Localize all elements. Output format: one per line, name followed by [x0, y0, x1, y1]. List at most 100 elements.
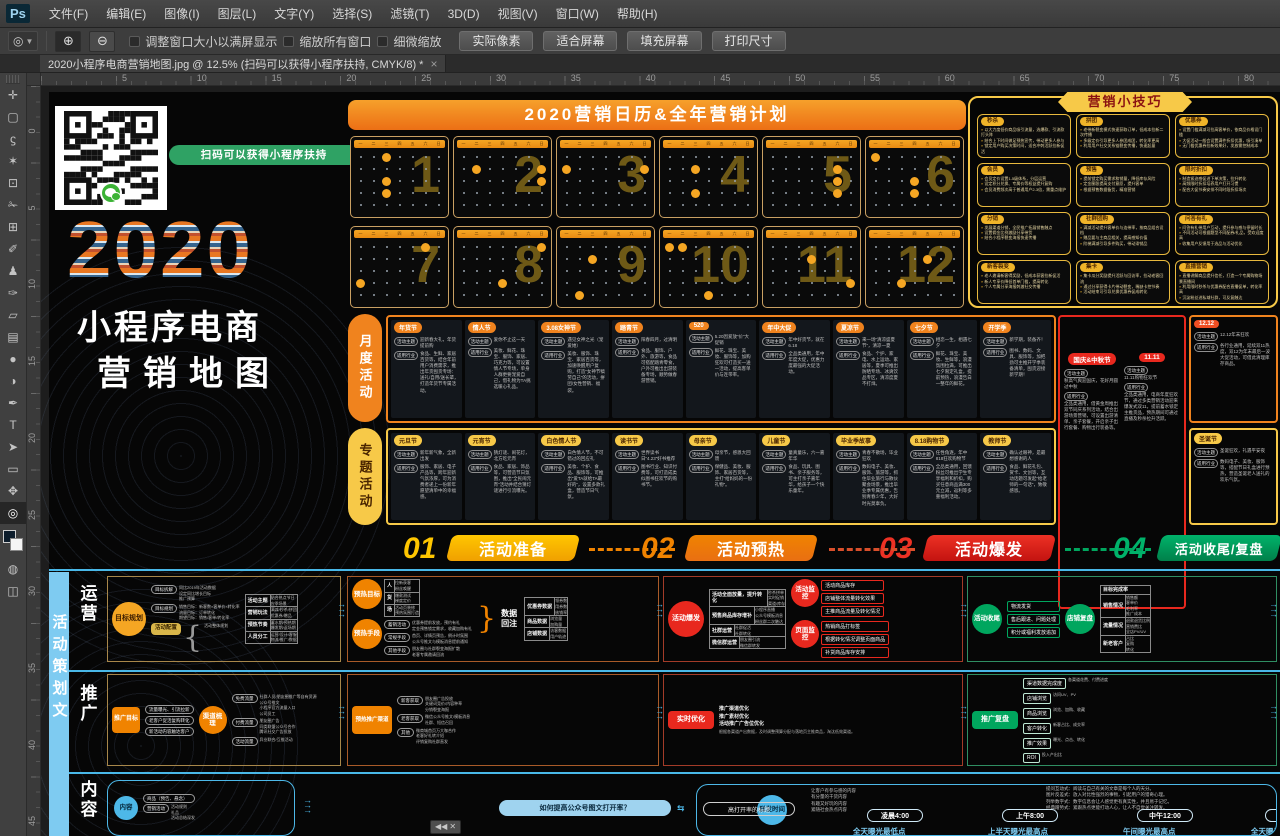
document-tab[interactable]: 2020小程序电商营销地图.jpg @ 12.5% (扫码可以获得小程序扶持, …	[40, 55, 446, 72]
calendar-day-dot	[901, 270, 903, 272]
calendar-day-dot	[463, 192, 465, 194]
theme-row: 活动主题	[1124, 366, 1180, 375]
marquee-tool[interactable]: ▢	[0, 106, 26, 128]
screen-mode-tool[interactable]: ◫	[0, 580, 26, 602]
menu-item[interactable]: 帮助(H)	[608, 3, 667, 25]
tip-bullet: 结合小程序裂变海报快速传播	[981, 235, 1067, 240]
brush-tool[interactable]: ✐	[0, 238, 26, 260]
flow-column: 秒杀拼单实时促销渠道/库存	[768, 590, 785, 607]
quick-mask-tool[interactable]: ◍	[0, 558, 26, 580]
calendar-day-dot	[923, 255, 932, 264]
path-selection-tool[interactable]: ➤	[0, 436, 26, 458]
industry-tag: 适用行业	[394, 351, 418, 360]
zoom-tool[interactable]: ◎	[0, 502, 26, 524]
close-icon[interactable]: ✕	[449, 821, 456, 833]
quick-selection-tool[interactable]: ✶	[0, 150, 26, 172]
calendar-day-dot	[360, 294, 362, 296]
vertical-ruler[interactable]: 051015202530354045	[27, 86, 41, 836]
calendar-day-dot	[631, 246, 633, 248]
theme-tag: 活动主题	[541, 337, 565, 346]
option-checkbox[interactable]: 调整窗口大小以满屏显示	[129, 33, 277, 50]
calendar-day-dot	[695, 180, 697, 182]
menu-item[interactable]: 文件(F)	[40, 3, 97, 25]
calendar-day-dot	[785, 282, 787, 284]
calendar-day-dot	[850, 204, 852, 206]
theme-tag: 活动主题	[394, 337, 418, 346]
calendar-day-dot	[747, 156, 749, 158]
calendar-day-dot	[541, 258, 543, 260]
calendar-day-dot	[940, 204, 942, 206]
document-canvas[interactable]: 扫码可以获得小程序扶持 2020 小程序电商 营销地图 2020营销日历&全年营…	[41, 86, 1280, 836]
weekday-label: 四	[810, 140, 814, 148]
calendar-day-dot	[691, 165, 700, 174]
option-button[interactable]: 打印尺寸	[712, 31, 786, 51]
horizontal-ruler[interactable]: 5101520253035404550556065707580	[41, 73, 1280, 86]
close-icon[interactable]: ×	[430, 57, 437, 71]
option-button[interactable]: 填充屏幕	[627, 31, 701, 51]
collapse-icon[interactable]: ◀◀	[435, 821, 447, 833]
industry-row: 适用行业美妆、鲜花、珠宝、服饰、家居、巧克力等，可设置情人节专场，单身人群更要宠…	[468, 348, 533, 390]
history-brush-tool[interactable]: ✑	[0, 282, 26, 304]
clone-stamp-tool[interactable]: ♟	[0, 260, 26, 282]
menu-item[interactable]: 视图(V)	[489, 3, 547, 25]
calendar-day-dot	[927, 192, 929, 194]
tip-card: 问答有礼问答有礼带用户互动，提升参与感与停留时长不同活动可根据题型不同配券/礼品…	[1175, 212, 1269, 256]
option-button[interactable]: 适合屏幕	[543, 31, 617, 51]
zoom-out-toggle[interactable]: ⊖	[89, 31, 115, 52]
theme-text: 来一场“清凉盛夏节”，清凉一夏	[862, 337, 901, 349]
eraser-tool[interactable]: ▱	[0, 304, 26, 326]
shape-tool[interactable]: ▭	[0, 458, 26, 480]
crop-tool[interactable]: ⊡	[0, 172, 26, 194]
menu-item[interactable]: 滤镜(T)	[381, 3, 438, 25]
calendar-day-dot	[476, 156, 478, 158]
table-row: 目标完成率	[1101, 586, 1150, 594]
weekday-label: 三	[385, 230, 389, 238]
option-button[interactable]: 实际像素	[459, 31, 533, 51]
move-tool[interactable]: ✛	[0, 84, 26, 106]
calendar-day-dot	[412, 294, 414, 296]
option-checkbox[interactable]: 细微缩放	[377, 33, 441, 50]
weekday-label: 一	[462, 140, 466, 148]
type-tool[interactable]: T	[0, 414, 26, 436]
zoom-tool-preset[interactable]: ◎ ▼	[8, 31, 38, 51]
table-row: 人拉新获客粉丝唤醒	[385, 580, 419, 591]
eyedropper-tool[interactable]: ✁	[0, 194, 26, 216]
theme-row: 活动主题青春不散场，毕业狂欢	[836, 450, 901, 462]
zoom-in-toggle[interactable]: ⊕	[55, 31, 81, 52]
menu-item[interactable]: 图层(L)	[209, 3, 266, 25]
option-checkbox[interactable]: 缩放所有窗口	[283, 33, 371, 50]
calendar-day-dot	[953, 258, 955, 260]
calendar-day-dot	[502, 270, 504, 272]
ruler-tick-label: 20	[27, 431, 37, 445]
menu-item[interactable]: 窗口(W)	[547, 3, 608, 25]
menu-item[interactable]: 选择(S)	[323, 3, 381, 25]
calendar-day-dot	[592, 204, 594, 206]
calendar-day-dot	[644, 258, 646, 260]
ruler-tick-label: 55	[870, 73, 880, 83]
calendar-day-dot	[850, 168, 852, 170]
gradient-tool[interactable]: ▤	[0, 326, 26, 348]
ps-logo[interactable]: Ps	[6, 4, 30, 23]
brace-icon: {	[183, 623, 202, 653]
theme-row: 活动主题爱你不止这一天	[468, 337, 533, 346]
blur-tool[interactable]: ●	[0, 348, 26, 370]
dodge-tool[interactable]: ◑	[0, 370, 26, 392]
background-color-swatch[interactable]	[10, 538, 23, 551]
lasso-tool[interactable]: ϛ	[0, 128, 26, 150]
calendar-day-dot	[940, 180, 942, 182]
calendar-day-dot	[566, 204, 568, 206]
pen-tool[interactable]: ✒	[0, 392, 26, 414]
healing-brush-tool[interactable]: ⊞	[0, 216, 26, 238]
menu-item[interactable]: 编辑(E)	[97, 3, 155, 25]
palette-grip[interactable]	[6, 75, 20, 84]
hand-tool[interactable]: ✥	[0, 480, 26, 502]
calendar-day-dot	[734, 270, 736, 272]
flow-outline-box: 推广效果	[1023, 738, 1051, 749]
calendar-day-dot	[592, 180, 594, 182]
wechat-icon	[100, 182, 122, 204]
menu-item[interactable]: 3D(D)	[439, 3, 489, 25]
menu-item[interactable]: 文字(Y)	[265, 3, 323, 25]
calendar-day-dot	[811, 168, 813, 170]
activity-card-name: 3.08女神节	[541, 322, 581, 333]
menu-item[interactable]: 图像(I)	[155, 3, 208, 25]
